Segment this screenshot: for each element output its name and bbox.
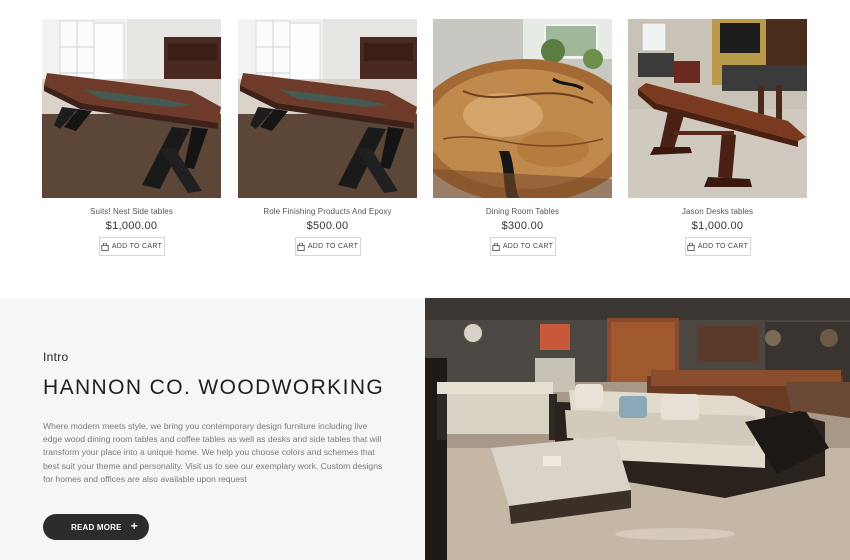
product-title[interactable]: Dining Room Tables: [433, 207, 612, 216]
plus-icon: +: [130, 519, 138, 533]
product-title[interactable]: Role Finishing Products And Epoxy: [238, 207, 417, 216]
intro-body: Where modern meets style, we bring you c…: [43, 421, 383, 484]
product-card: Jason Desks tables $1,000.00 ADD TO CART: [628, 19, 807, 256]
product-price: $1,000.00: [691, 220, 744, 232]
product-price: $300.00: [501, 220, 544, 232]
add-to-cart-label: ADD TO CART: [502, 243, 554, 250]
add-to-cart-button[interactable]: ADD TO CART: [489, 237, 556, 256]
product-price: $1,000.00: [105, 220, 158, 232]
add-to-cart-button[interactable]: ADD TO CART: [684, 237, 751, 256]
read-more-button[interactable]: READ MORE +: [43, 514, 149, 540]
shopping-bag-icon: [687, 242, 695, 251]
product-title[interactable]: Suits! Nest Side tables: [42, 207, 221, 216]
product-grid: Suits! Nest Side tables $1,000.00 ADD TO…: [0, 0, 850, 298]
intro-kicker: Intro: [43, 350, 69, 364]
product-image: [238, 19, 417, 198]
add-to-cart-label: ADD TO CART: [307, 243, 359, 250]
add-to-cart-label: ADD TO CART: [111, 243, 163, 250]
read-more-label: READ MORE: [71, 522, 122, 532]
showroom-image: [425, 298, 850, 560]
product-price: $500.00: [306, 220, 349, 232]
showroom-photo: [425, 298, 850, 560]
product-card: Dining Room Tables $300.00 ADD TO CART: [433, 19, 612, 256]
product-image-link[interactable]: [628, 19, 807, 198]
product-image-link[interactable]: [433, 19, 612, 198]
add-to-cart-button[interactable]: ADD TO CART: [98, 237, 165, 256]
product-image: [433, 19, 612, 198]
product-card: Role Finishing Products And Epoxy $500.0…: [238, 19, 417, 256]
shopping-bag-icon: [492, 242, 500, 251]
product-image: [628, 19, 807, 198]
product-image-link[interactable]: [42, 19, 221, 198]
intro-section: Intro HANNON CO. WOODWORKING Where moder…: [0, 298, 425, 560]
intro-heading: HANNON CO. WOODWORKING: [43, 376, 385, 399]
product-title[interactable]: Jason Desks tables: [628, 207, 807, 216]
add-to-cart-label: ADD TO CART: [697, 243, 749, 250]
shopping-bag-icon: [101, 242, 109, 251]
product-image-link[interactable]: [238, 19, 417, 198]
product-card: Suits! Nest Side tables $1,000.00 ADD TO…: [42, 19, 221, 256]
add-to-cart-button[interactable]: ADD TO CART: [294, 237, 361, 256]
shopping-bag-icon: [297, 242, 305, 251]
product-image: [42, 19, 221, 198]
